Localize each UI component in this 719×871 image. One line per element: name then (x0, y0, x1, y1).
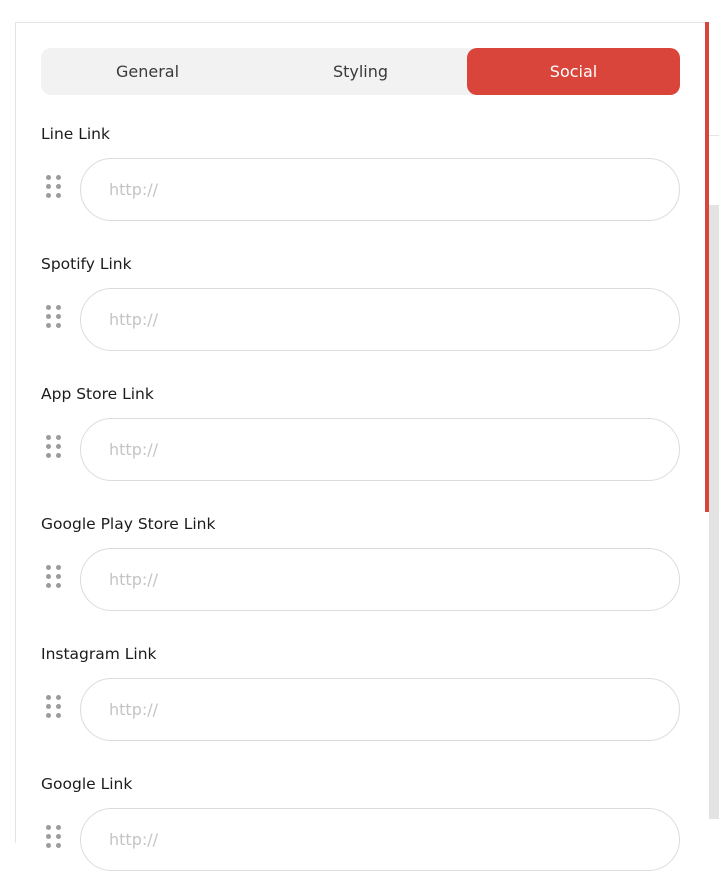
field-label: App Store Link (41, 385, 154, 403)
spotify-link-input[interactable] (80, 288, 680, 351)
field-label: Line Link (41, 125, 110, 143)
drag-handle-icon[interactable] (46, 305, 62, 331)
field-label: Spotify Link (41, 255, 132, 273)
scrollbar[interactable] (709, 205, 719, 819)
google-link-input[interactable] (80, 808, 680, 871)
field-google-link: Google Link (41, 774, 680, 871)
google-play-store-link-input[interactable] (80, 548, 680, 611)
field-label: Google Play Store Link (41, 515, 216, 533)
divider (709, 135, 719, 136)
field-label: Instagram Link (41, 645, 157, 663)
field-label: Google Link (41, 775, 133, 793)
instagram-link-input[interactable] (80, 678, 680, 741)
app-store-link-input[interactable] (80, 418, 680, 481)
tab-social[interactable]: Social (467, 48, 680, 95)
drag-handle-icon[interactable] (46, 565, 62, 591)
field-line-link: Line Link (41, 124, 680, 221)
field-google-play-store-link: Google Play Store Link (41, 514, 680, 611)
line-link-input[interactable] (80, 158, 680, 221)
tab-general[interactable]: General (41, 48, 254, 95)
field-spotify-link: Spotify Link (41, 254, 680, 351)
drag-handle-icon[interactable] (46, 435, 62, 461)
field-instagram-link: Instagram Link (41, 644, 680, 741)
drag-handle-icon[interactable] (46, 825, 62, 851)
tab-bar: General Styling Social (41, 48, 680, 95)
field-app-store-link: App Store Link (41, 384, 680, 481)
tab-styling[interactable]: Styling (254, 48, 467, 95)
drag-handle-icon[interactable] (46, 695, 62, 721)
drag-handle-icon[interactable] (46, 175, 62, 201)
